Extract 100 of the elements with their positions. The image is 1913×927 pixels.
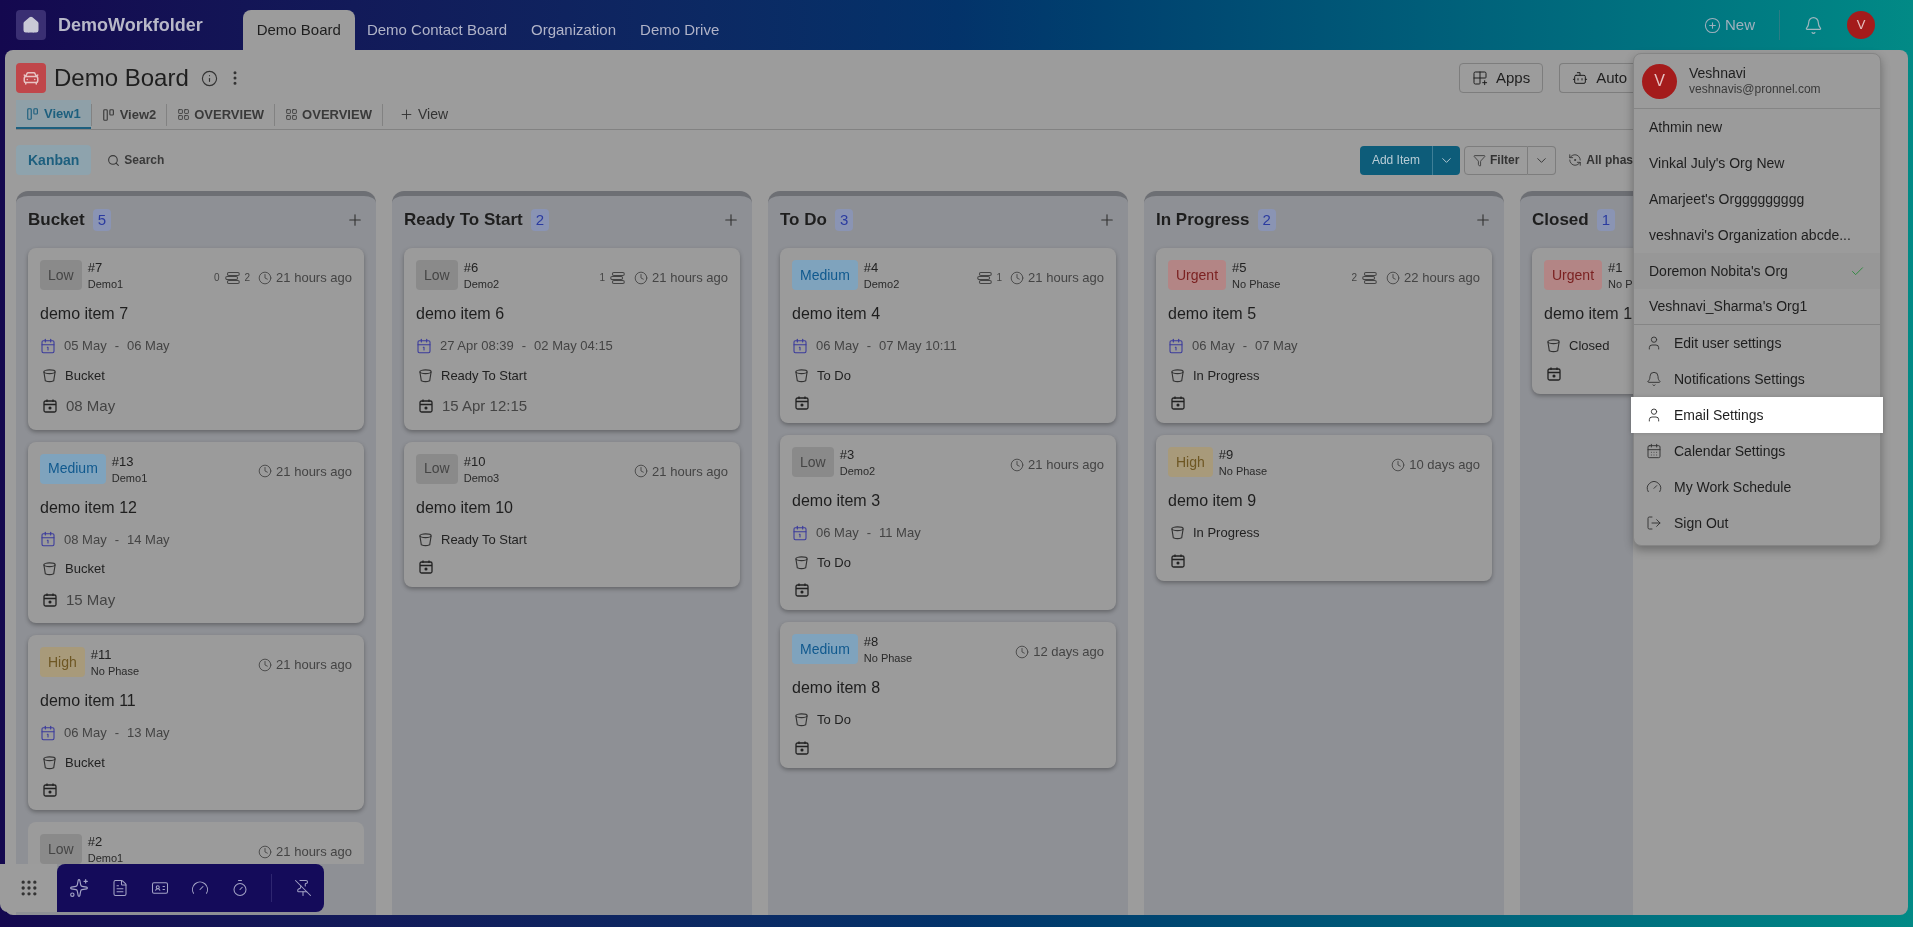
item-card[interactable]: Medium #8 No Phase 12 days ago demo item 8 To Do bbox=[780, 622, 1116, 768]
item-card[interactable]: Low #7 Demo1 0 2 21 hours ago demo item 7 05 May - 06 May Bucket 08 May bbox=[28, 248, 364, 430]
add-item-menu-button[interactable] bbox=[1431, 145, 1460, 175]
apps-icon bbox=[1471, 70, 1488, 86]
organization-item[interactable]: Amarjeet's Orggggggggg bbox=[1634, 181, 1880, 217]
due-date-icon[interactable] bbox=[42, 591, 58, 608]
item-card[interactable]: Low #2 Demo1 21 hours ago bbox=[28, 822, 364, 864]
column-title: Closed bbox=[1532, 209, 1589, 232]
menu-item[interactable]: Edit user settings bbox=[1634, 325, 1880, 361]
date: 05 May bbox=[64, 337, 107, 355]
item-card[interactable]: Medium #4 Demo2 1 21 hours ago demo item 4 06 May - 07 May 10:11 To Do bbox=[780, 248, 1116, 423]
item-card[interactable]: Low #10 Demo3 21 hours ago demo item 10 Ready To Start bbox=[404, 441, 740, 587]
organization-item[interactable]: Doremon Nobita's Org bbox=[1634, 253, 1880, 289]
timer-icon[interactable] bbox=[231, 879, 249, 897]
date-separator: - bbox=[866, 337, 871, 355]
clock-icon bbox=[1015, 644, 1030, 659]
updated-time: 21 hours ago bbox=[276, 656, 352, 674]
subitem-count: 2 bbox=[244, 271, 251, 286]
item-number: #11 bbox=[90, 647, 113, 663]
user-avatar[interactable]: V bbox=[1847, 11, 1875, 39]
unpin-icon[interactable] bbox=[294, 879, 312, 897]
organization-item[interactable]: veshnavi's Organization abcde... bbox=[1634, 217, 1880, 253]
grid-icon bbox=[177, 108, 191, 121]
clock-icon bbox=[634, 464, 649, 479]
clock-icon bbox=[1010, 270, 1025, 285]
clock-icon bbox=[634, 270, 649, 285]
add-view-button[interactable]: View bbox=[382, 100, 465, 129]
organization-item[interactable]: Athmin new bbox=[1634, 109, 1880, 145]
date: 14 May bbox=[127, 530, 170, 549]
priority-tag: Low bbox=[416, 453, 458, 484]
item-card[interactable]: Low #6 Demo2 1 21 hours ago demo item 6 27 Apr 08:39 - 02 May 04:15 Ready To Start 15 Apr 12:15 bbox=[404, 248, 740, 430]
apps-button[interactable]: Apps bbox=[1458, 63, 1544, 93]
info-icon[interactable] bbox=[200, 69, 218, 87]
search-icon bbox=[107, 153, 121, 167]
item-status: In Progress bbox=[1193, 366, 1260, 385]
menu-item[interactable]: Email Settings bbox=[1631, 397, 1883, 433]
due-date-icon[interactable] bbox=[42, 398, 58, 415]
item-count: 3 bbox=[834, 208, 854, 232]
item-number: #4 bbox=[863, 260, 880, 276]
due-date-icon[interactable] bbox=[1170, 395, 1186, 411]
bot-icon bbox=[1572, 70, 1589, 86]
subitems-icon bbox=[1361, 270, 1379, 285]
search-button[interactable]: Search bbox=[95, 145, 177, 175]
due-date-icon[interactable] bbox=[794, 739, 810, 756]
due-date-icon[interactable] bbox=[42, 782, 58, 798]
clock-icon bbox=[258, 464, 273, 479]
gauge-icon[interactable] bbox=[191, 879, 209, 897]
item-card[interactable]: Medium #13 Demo1 21 hours ago demo item 12 08 May - 14 May Bucket 15 May bbox=[28, 441, 364, 623]
updated-time: 21 hours ago bbox=[276, 462, 352, 481]
document-icon[interactable] bbox=[111, 879, 129, 897]
item-group: Demo3 bbox=[463, 469, 500, 486]
organization-item[interactable]: Vinkal July's Org New bbox=[1634, 145, 1880, 181]
board-tab[interactable]: Demo Contact Board bbox=[354, 10, 519, 50]
due-date-icon[interactable] bbox=[794, 582, 810, 598]
updated-time: 21 hours ago bbox=[276, 269, 352, 287]
item-card[interactable]: Urgent #5 No Phase 2 22 hours ago demo item 5 06 May - 07 May In Progress bbox=[1156, 248, 1492, 423]
menu-item[interactable]: My Work Schedule bbox=[1634, 469, 1880, 505]
add-item-button[interactable]: Add Item bbox=[1359, 145, 1432, 175]
due-date-icon[interactable] bbox=[1546, 365, 1562, 382]
priority-tag: Urgent bbox=[1544, 260, 1603, 290]
board-tab[interactable]: Demo Drive bbox=[628, 10, 732, 50]
view-tab[interactable]: OVERVIEW bbox=[167, 100, 275, 129]
sparkle-icon[interactable] bbox=[69, 878, 89, 898]
subitem-count: 1 bbox=[599, 271, 606, 286]
filter-button[interactable]: Filter bbox=[1463, 145, 1529, 175]
due-date-icon[interactable] bbox=[794, 395, 810, 411]
board-tab[interactable]: Organization bbox=[519, 10, 629, 50]
item-card[interactable]: Urgent #1 No P demo item 1 Closed bbox=[1532, 248, 1633, 394]
id-card-icon[interactable] bbox=[151, 879, 169, 897]
due-date-icon[interactable] bbox=[418, 398, 434, 415]
board-tab[interactable]: Demo Board bbox=[242, 10, 355, 50]
date-separator: - bbox=[521, 337, 527, 355]
item-card[interactable]: Low #3 Demo2 21 hours ago demo item 3 06 May - 11 May To Do bbox=[780, 435, 1116, 610]
menu-item[interactable]: Notifications Settings bbox=[1634, 361, 1880, 397]
due-date-icon[interactable] bbox=[418, 559, 434, 575]
priority-tag: Medium bbox=[792, 260, 858, 290]
date-separator: - bbox=[114, 724, 119, 742]
item-number: #6 bbox=[463, 260, 480, 276]
home-button[interactable] bbox=[16, 10, 46, 40]
bucket-icon bbox=[42, 367, 57, 383]
menu-item[interactable]: Calendar Settings bbox=[1634, 433, 1880, 469]
plus-icon bbox=[398, 107, 414, 122]
dock-launcher[interactable] bbox=[0, 864, 57, 912]
item-status: Bucket bbox=[65, 366, 105, 385]
due-date-icon[interactable] bbox=[1170, 552, 1186, 569]
due-date: 15 Apr 12:15 bbox=[442, 396, 528, 416]
menu-item[interactable]: Sign Out bbox=[1634, 505, 1880, 541]
bucket-icon bbox=[1170, 525, 1185, 541]
phases-button[interactable]: All phas bbox=[1556, 145, 1633, 175]
item-number: #7 bbox=[87, 260, 104, 276]
item-card[interactable]: High #9 No Phase 10 days ago demo item 9 In Progress bbox=[1156, 435, 1492, 581]
organization-item[interactable]: Veshnavi_Sharma's Org1 bbox=[1634, 289, 1880, 325]
view-tab[interactable]: OVERVIEW bbox=[275, 100, 382, 129]
item-title: demo item 11 bbox=[40, 691, 137, 711]
kanban-view-icon bbox=[101, 107, 116, 122]
item-card[interactable]: High #11 No Phase 21 hours ago demo item 11 06 May - 13 May Bucket bbox=[28, 635, 364, 810]
view-tab[interactable]: View2 bbox=[91, 100, 167, 129]
date: 08 May bbox=[64, 530, 107, 549]
item-number: #3 bbox=[839, 447, 856, 463]
column-title: To Do bbox=[780, 209, 827, 232]
